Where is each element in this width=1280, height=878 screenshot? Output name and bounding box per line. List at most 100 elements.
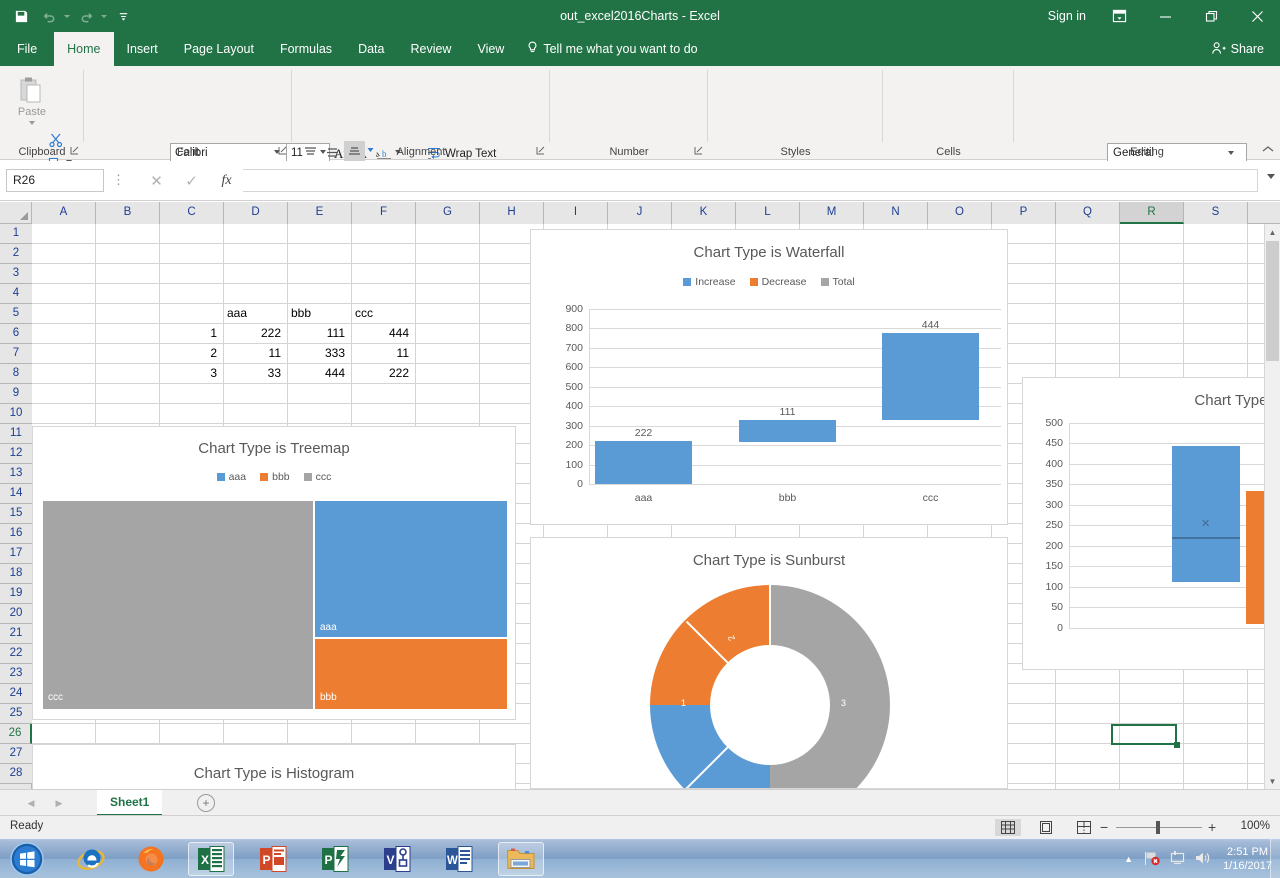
waterfall-chart[interactable]: Chart Type is Waterfall Increase Decreas… [530, 229, 1008, 525]
sc.roll-up-button[interactable]: ▲ [1265, 224, 1280, 240]
tab-review[interactable]: Review [397, 32, 464, 66]
row-header-7[interactable]: 7 [0, 344, 32, 364]
paste-button[interactable]: Paste [4, 74, 60, 125]
name-box[interactable]: R26 [6, 169, 104, 192]
column-header-H[interactable]: H [480, 202, 544, 224]
number-dialog-launcher[interactable] [694, 146, 705, 157]
insert-function-icon[interactable]: fx [210, 170, 243, 192]
row-header-26[interactable]: 26 [0, 724, 32, 744]
word-icon[interactable]: W [436, 842, 482, 876]
treemap-chart[interactable]: Chart Type is Treemap aaa bbb ccc [32, 426, 516, 720]
cell-C8[interactable]: 3 [160, 364, 220, 383]
alignment-dialog-launcher[interactable] [536, 146, 547, 157]
row-header-3[interactable]: 3 [0, 264, 32, 284]
cell-D5[interactable]: aaa [224, 304, 287, 323]
tab-data[interactable]: Data [345, 32, 397, 66]
next-sheet-icon[interactable]: ▶ [50, 794, 68, 812]
show-desktop-button[interactable] [1270, 839, 1280, 878]
firefox-icon[interactable] [128, 842, 174, 876]
row-header-24[interactable]: 24 [0, 684, 32, 704]
powerpoint-icon[interactable]: P [250, 842, 296, 876]
row-header-19[interactable]: 19 [0, 584, 32, 604]
zoom-out-button[interactable]: − [1100, 820, 1108, 834]
column-header-I[interactable]: I [544, 202, 608, 224]
column-header-L[interactable]: L [736, 202, 800, 224]
column-header-Q[interactable]: Q [1056, 202, 1120, 224]
cell-D6[interactable]: 222 [224, 324, 284, 343]
treemap-tile-ccc[interactable] [42, 500, 314, 710]
column-header-E[interactable]: E [288, 202, 352, 224]
select-all-button[interactable] [0, 202, 32, 224]
row-header-8[interactable]: 8 [0, 364, 32, 384]
cell-F7[interactable]: 11 [352, 344, 412, 363]
waterfall-bar-aaa[interactable] [595, 441, 692, 484]
column-header-S[interactable]: S [1184, 202, 1248, 224]
row-header-28[interactable]: 28 [0, 764, 32, 784]
cell-E7[interactable]: 333 [288, 344, 348, 363]
column-header-C[interactable]: C [160, 202, 224, 224]
column-header-N[interactable]: N [864, 202, 928, 224]
row-header-4[interactable]: 4 [0, 284, 32, 304]
row-header-1[interactable]: 1 [0, 224, 32, 244]
show-hidden-icons-icon[interactable]: ▲ [1118, 854, 1139, 864]
row-header-21[interactable]: 21 [0, 624, 32, 644]
vertical-scrollbar-thumb[interactable] [1266, 241, 1279, 361]
row-header-13[interactable]: 13 [0, 464, 32, 484]
new-sheet-button[interactable]: + [197, 794, 215, 812]
minimize-icon[interactable] [1142, 0, 1188, 32]
selected-cell-R26[interactable] [1111, 724, 1177, 745]
page-layout-view-icon[interactable] [1033, 819, 1059, 836]
cell-F8[interactable]: 222 [352, 364, 412, 383]
row-header-18[interactable]: 18 [0, 564, 32, 584]
sheet-tab-sheet1[interactable]: Sheet1 [97, 790, 162, 816]
cell-D7[interactable]: 11 [224, 344, 284, 363]
sign-in-button[interactable]: Sign in [1038, 9, 1096, 23]
row-header-6[interactable]: 6 [0, 324, 32, 344]
row-header-27[interactable]: 27 [0, 744, 32, 764]
column-header-G[interactable]: G [416, 202, 480, 224]
publisher-icon[interactable]: P [312, 842, 358, 876]
sunburst-chart[interactable]: Chart Type is Sunburst 3 1 2 [530, 537, 1008, 789]
restore-icon[interactable] [1188, 0, 1234, 32]
row-header-14[interactable]: 14 [0, 484, 32, 504]
cells-area[interactable]: aaa bbb ccc 1 222 111 444 2 11 333 11 3 … [32, 224, 1280, 789]
row-header-16[interactable]: 16 [0, 524, 32, 544]
cell-C7[interactable]: 2 [160, 344, 220, 363]
vertical-scrollbar[interactable]: ▲ ▼ [1264, 224, 1280, 789]
tell-me-box[interactable]: Tell me what you want to do [517, 32, 707, 66]
cancel-formula-icon[interactable]: ✕ [140, 170, 173, 192]
column-header-O[interactable]: O [928, 202, 992, 224]
tab-page-layout[interactable]: Page Layout [171, 32, 267, 66]
ribbon-display-options-icon[interactable] [1096, 0, 1142, 32]
zoom-in-button[interactable]: + [1208, 819, 1216, 835]
tab-file[interactable]: File [0, 32, 54, 66]
box-blue[interactable] [1172, 446, 1240, 582]
volume-icon[interactable] [1190, 850, 1215, 869]
enter-formula-icon[interactable]: ✓ [175, 170, 208, 192]
waterfall-bar-bbb[interactable] [739, 420, 836, 442]
tab-view[interactable]: View [464, 32, 517, 66]
action-center-icon[interactable] [1165, 850, 1190, 869]
tab-home[interactable]: Home [54, 32, 113, 66]
column-header-R[interactable]: R [1120, 202, 1184, 224]
box-whisker-chart[interactable]: Chart Type i 500 450 400 350 300 2 [1022, 377, 1280, 670]
network-error-icon[interactable] [1139, 850, 1165, 869]
close-icon[interactable] [1234, 0, 1280, 32]
previous-sheet-icon[interactable]: ◀ [22, 794, 40, 812]
normal-view-icon[interactable] [995, 819, 1021, 836]
column-header-P[interactable]: P [992, 202, 1056, 224]
excel-icon[interactable]: X [188, 842, 234, 876]
row-header-15[interactable]: 15 [0, 504, 32, 524]
row-header-17[interactable]: 17 [0, 544, 32, 564]
column-header-A[interactable]: A [32, 202, 96, 224]
cell-E8[interactable]: 444 [288, 364, 348, 383]
row-header-12[interactable]: 12 [0, 444, 32, 464]
zoom-level[interactable]: 100% [1241, 820, 1270, 832]
row-header-10[interactable]: 10 [0, 404, 32, 424]
share-button[interactable]: Share [1203, 36, 1272, 62]
zoom-slider-thumb[interactable] [1156, 821, 1160, 834]
expand-formula-bar-icon[interactable] [1267, 174, 1275, 179]
cell-D8[interactable]: 33 [224, 364, 284, 383]
collapse-ribbon-icon[interactable] [1262, 143, 1274, 157]
font-dialog-launcher[interactable] [278, 146, 289, 157]
